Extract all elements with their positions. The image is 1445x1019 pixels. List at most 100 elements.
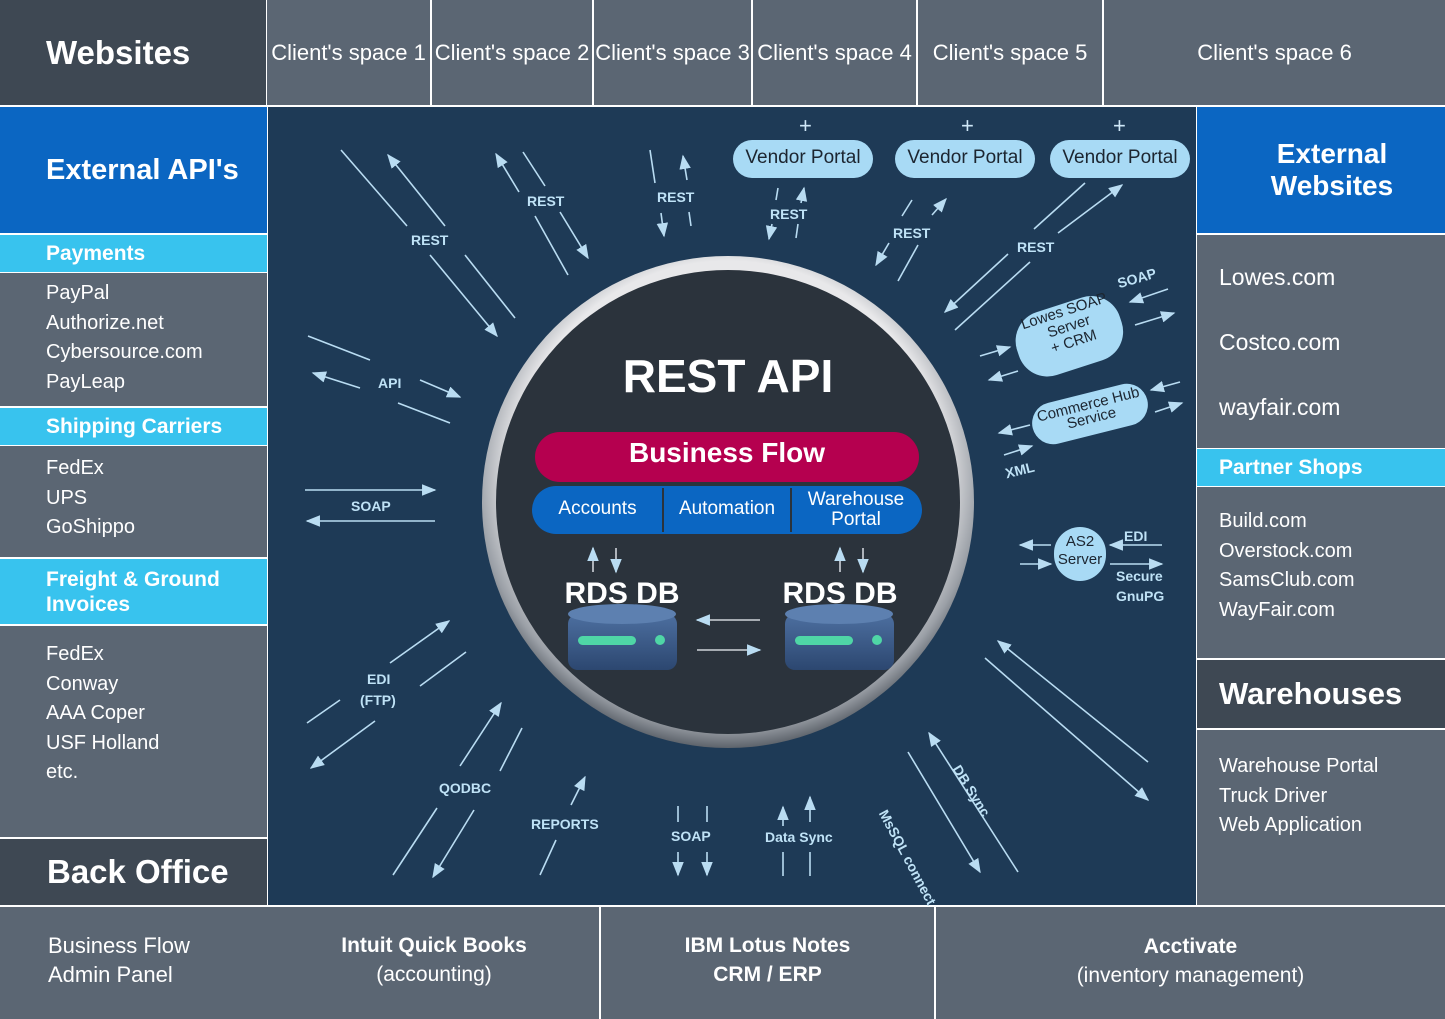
- client-space-3: Client's space 3: [594, 0, 751, 105]
- client-space-label: Client's space 5: [932, 39, 1088, 65]
- db-sync-label: DB Sync: [949, 762, 994, 820]
- list-item: Conway: [46, 672, 119, 695]
- external-websites-title: External Websites: [1270, 138, 1394, 201]
- vendor-portal-1: Vendor Portal: [745, 147, 861, 168]
- vendor-portal-2: Vendor Portal: [907, 147, 1023, 168]
- api-label: API: [378, 375, 402, 391]
- xml-label: XML: [1003, 458, 1037, 482]
- quickbooks: Intuit Quick Books (accounting): [300, 931, 568, 989]
- acctivate-line-1: Acctivate: [1143, 935, 1238, 958]
- diagram-labels: .lbl { position:absolute; color:#bfe2f6;…: [268, 107, 1196, 908]
- list-item: Warehouse Portal: [1219, 755, 1379, 777]
- warehouses-title: Warehouses: [1219, 676, 1403, 711]
- integration-diagram: .lbl { position:absolute; color:#bfe2f6;…: [268, 107, 1196, 908]
- rest-api-title: REST API: [622, 350, 834, 402]
- plus-icon: +: [1113, 113, 1126, 138]
- rest-label: REST: [893, 225, 931, 241]
- list-item: Costco.com: [1219, 329, 1341, 355]
- shipping-header: Shipping Carriers: [0, 408, 267, 445]
- external-websites-header: External Websites: [1197, 107, 1445, 233]
- list-item: Authorize.net: [46, 311, 164, 334]
- list-item: UPS: [46, 486, 88, 509]
- back-office-title: Back Office: [47, 853, 229, 890]
- admin-line-2: Admin Panel: [48, 962, 173, 987]
- list-item: AAA Coper: [46, 702, 145, 724]
- shipping-title: Shipping Carriers: [46, 414, 223, 438]
- secure-label: Secure: [1116, 568, 1163, 584]
- data-sync-label: Data Sync: [765, 829, 833, 845]
- vendor-portal-3: Vendor Portal: [1062, 147, 1178, 168]
- edi-label: EDI: [367, 671, 391, 687]
- rest-label: REST: [770, 206, 808, 222]
- rest-label: REST: [657, 189, 695, 205]
- client-space-label: Client's space 4: [757, 39, 912, 65]
- list-item: Truck Driver: [1219, 784, 1328, 807]
- as2-line: Server: [1057, 551, 1103, 568]
- list-item: FedEx: [46, 457, 104, 479]
- list-item: Web Application: [1219, 814, 1363, 836]
- accounts-module: Accounts: [558, 498, 637, 519]
- client-space-2: Client's space 2: [432, 0, 592, 105]
- list-item: Cybersource.com: [46, 341, 203, 363]
- ftp-label: (FTP): [360, 692, 396, 708]
- client-space-1: Client's space 1: [267, 0, 430, 105]
- as2-line: AS2: [1065, 533, 1095, 550]
- list-item: etc.: [46, 761, 79, 783]
- business-flow-title: Business Flow: [628, 437, 826, 468]
- as2-text: AS2 Server: [1054, 533, 1106, 569]
- rds-db-label-2: RDS DB: [782, 577, 898, 610]
- lotus-line-1: IBM Lotus Notes: [684, 934, 851, 957]
- partner-shops-list: Build.com Overstock.com SamsClub.com Way…: [1197, 487, 1445, 658]
- external-apis-header: External API's: [0, 107, 267, 233]
- partner-shops-title: Partner Shops: [1219, 455, 1363, 479]
- architecture-diagram: Websites Client's space 1 Client's space…: [0, 0, 1445, 1019]
- rest-label: REST: [527, 193, 565, 209]
- lotus-notes: IBM Lotus Notes CRM / ERP: [601, 931, 934, 989]
- plus-icon: +: [961, 113, 974, 138]
- list-item: SamsClub.com: [1219, 569, 1355, 591]
- lowes-soap-text: Lowes SOAP Server + CRM: [1010, 287, 1128, 366]
- list-item: PayPal: [46, 282, 110, 304]
- acctivate: Acctivate (inventory management): [936, 932, 1445, 990]
- partner-shops-header: Partner Shops: [1197, 449, 1445, 486]
- list-item: Overstock.com: [1219, 539, 1353, 562]
- list-item: PayLeap: [46, 370, 125, 393]
- acctivate-line-2: (inventory management): [1076, 964, 1305, 987]
- soap-label: SOAP: [351, 498, 391, 514]
- payments-title: Payments: [46, 241, 146, 265]
- payments-header: Payments: [0, 235, 267, 272]
- freight-title-2: Invoices: [46, 593, 131, 616]
- client-space-5: Client's space 5: [918, 0, 1102, 105]
- commerce-hub-text: Commerce Hub Service: [1029, 384, 1150, 440]
- freight-header: Freight & Ground Invoices: [0, 559, 267, 624]
- websites-header: Websites: [0, 0, 266, 105]
- freight-title-1: Freight & Ground: [46, 568, 220, 591]
- warehouses-list: Warehouse Portal Truck Driver Web Applic…: [1197, 730, 1445, 905]
- client-space-label: Client's space 6: [1197, 39, 1352, 65]
- freight-list: FedEx Conway AAA Coper USF Holland etc.: [0, 626, 267, 837]
- list-item: FedEx: [46, 643, 104, 665]
- list-item: Build.com: [1219, 510, 1307, 532]
- soap-bottom-label: SOAP: [671, 828, 711, 844]
- external-sites-list: Lowes.com Costco.com wayfair.com: [1197, 235, 1445, 448]
- client-space-6: Client's space 6: [1104, 0, 1445, 105]
- reports-label: REPORTS: [531, 816, 599, 832]
- list-item: USF Holland: [46, 731, 160, 754]
- qodbc-label: QODBC: [439, 780, 492, 796]
- client-space-label: Client's space 3: [595, 39, 750, 65]
- quickbooks-line-1: Intuit Quick Books: [341, 934, 527, 957]
- module-line: Warehouse: [807, 489, 905, 510]
- back-office-header: Back Office: [0, 839, 267, 905]
- list-item: wayfair.com: [1219, 394, 1341, 420]
- lotus-line-2: CRM / ERP: [713, 963, 822, 986]
- soap-right-label: SOAP: [1115, 264, 1159, 292]
- list-item: WayFair.com: [1219, 598, 1335, 621]
- quickbooks-line-2: (accounting): [376, 963, 492, 986]
- gnupg-label: GnuPG: [1116, 588, 1165, 604]
- mssql-label: MsSQL connect: [875, 807, 940, 908]
- admin-line-1: Business Flow: [48, 933, 190, 958]
- client-space-label: Client's space 1: [271, 39, 426, 65]
- list-item: GoShippo: [46, 516, 135, 538]
- client-space-4: Client's space 4: [753, 0, 916, 105]
- automation-module: Automation: [678, 498, 776, 519]
